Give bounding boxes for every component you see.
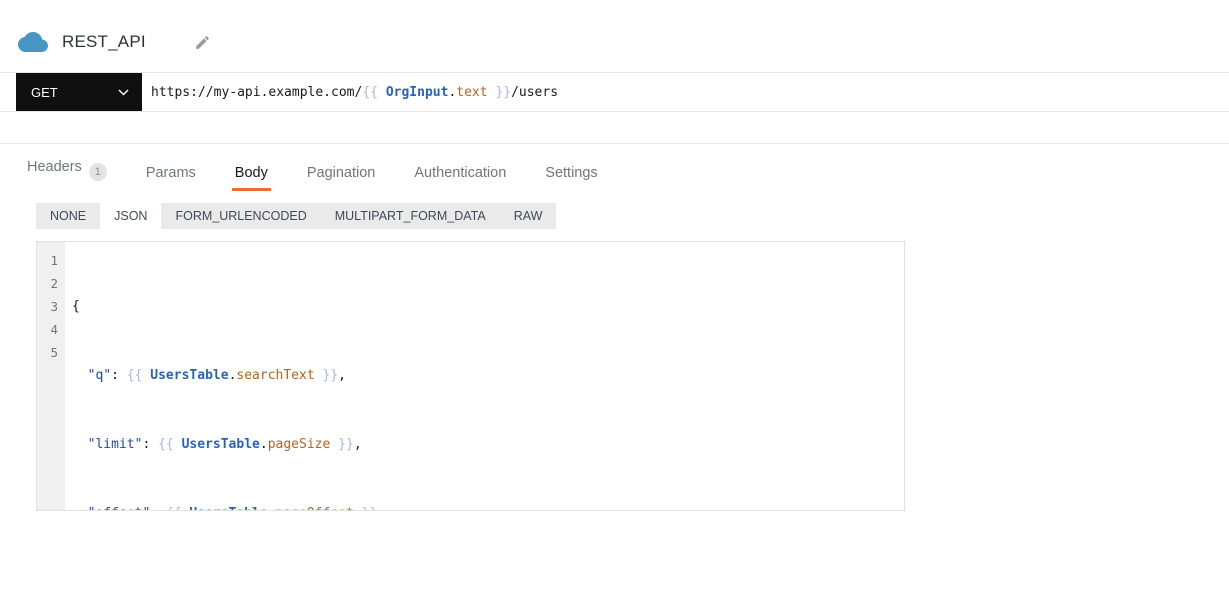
tab-authentication[interactable]: Authentication [411, 150, 509, 191]
code-token-plain: , [353, 437, 362, 452]
code-token-string: "q" [87, 368, 112, 383]
line-number: 5 [50, 345, 58, 360]
code-token-plain: : [142, 437, 159, 452]
body-type-json[interactable]: JSON [100, 203, 162, 229]
code-token-brace: }} [314, 368, 339, 383]
code-token-brace: {{ [158, 437, 182, 452]
code-line: "q": {{ UsersTable.searchText }}, [72, 364, 904, 387]
code-token-brace: {{ [166, 506, 189, 510]
code-token-plain: , [338, 368, 346, 383]
line-number: 2 [50, 276, 58, 291]
code-token-plain: . [448, 84, 457, 100]
code-token-brace: {{ [126, 368, 151, 383]
tab-label: Settings [545, 165, 598, 181]
http-method-dropdown[interactable]: GET [16, 73, 142, 111]
code-token-plain: https://my-api.example.com/ [151, 84, 363, 100]
code-token-entity: UsersTable [150, 368, 229, 383]
body-type-multipart-form-data[interactable]: MULTIPART_FORM_DATA [321, 203, 500, 229]
code-token-brace: }} [354, 506, 378, 510]
api-header: REST_API [0, 0, 1229, 72]
tab-label: Authentication [414, 165, 507, 181]
tab-params[interactable]: Params [143, 150, 199, 191]
code-token-plain: . [259, 437, 268, 452]
code-token-brace: }} [487, 84, 512, 100]
tab-label: Headers [27, 159, 82, 175]
code-token-prop: pageSize [267, 437, 331, 452]
code-token-string: "offset" [88, 506, 151, 510]
tab-settings[interactable]: Settings [542, 150, 600, 191]
tab-label: Pagination [306, 165, 376, 181]
body-type-raw[interactable]: RAW [500, 203, 557, 229]
line-number: 4 [50, 322, 58, 337]
request-bar: GET https://my-api.example.com/{{ OrgInp… [0, 72, 1229, 112]
code-token-prop: pageOffset [276, 506, 354, 510]
code-token-prop: text [456, 84, 488, 100]
tab-label: Params [145, 165, 196, 181]
editor-code-area[interactable]: { "q": {{ UsersTable.searchText }}, "lim… [65, 242, 904, 510]
page-title: REST_API [62, 32, 146, 51]
json-body-editor: 1 2 3 4 5 { "q": {{ UsersTable.searchTex… [36, 241, 905, 511]
code-line: "limit": {{ UsersTable.pageSize }}, [72, 433, 904, 456]
line-number: 3 [50, 299, 58, 314]
code-line: "offset": {{ UsersTable.pageOffset }} [72, 502, 904, 510]
request-tabs: Headers 1 Params Body Pagination Authenti… [0, 144, 1229, 191]
code-token-plain: : [111, 368, 127, 383]
chevron-down-icon [118, 89, 129, 96]
code-token-string: "limit" [87, 437, 143, 452]
tab-label: Body [234, 165, 268, 181]
code-token-brace: {{ [362, 84, 386, 100]
body-type-form-urlencoded[interactable]: FORM_URLENCODED [161, 203, 320, 229]
tab-body[interactable]: Body [231, 150, 271, 191]
code-token-brace: }} [330, 437, 354, 452]
code-token-entity: OrgInput [385, 84, 449, 100]
body-type-none[interactable]: NONE [36, 203, 100, 229]
editor-gutter: 1 2 3 4 5 [37, 242, 65, 510]
code-token-plain: : [150, 506, 166, 510]
tab-headers[interactable]: Headers 1 [24, 144, 110, 191]
tab-pagination[interactable]: Pagination [304, 150, 379, 191]
code-token-plain: { [72, 299, 80, 314]
code-line: { [72, 295, 904, 318]
cloud-icon [18, 31, 48, 53]
http-method-value: GET [31, 84, 58, 100]
url-input[interactable]: https://my-api.example.com/{{ OrgInput. t… [142, 73, 1229, 111]
line-number: 1 [50, 253, 58, 268]
code-token-plain: /users [511, 84, 559, 100]
code-token-entity: UsersTable [189, 506, 267, 510]
body-type-tabs: NONE JSON FORM_URLENCODED MULTIPART_FORM… [36, 203, 557, 229]
headers-count-badge: 1 [88, 163, 107, 181]
edit-pencil-icon[interactable] [194, 34, 211, 51]
code-token-entity: UsersTable [181, 437, 260, 452]
code-token-plain: . [268, 506, 276, 510]
code-token-prop: searchText [236, 368, 315, 383]
